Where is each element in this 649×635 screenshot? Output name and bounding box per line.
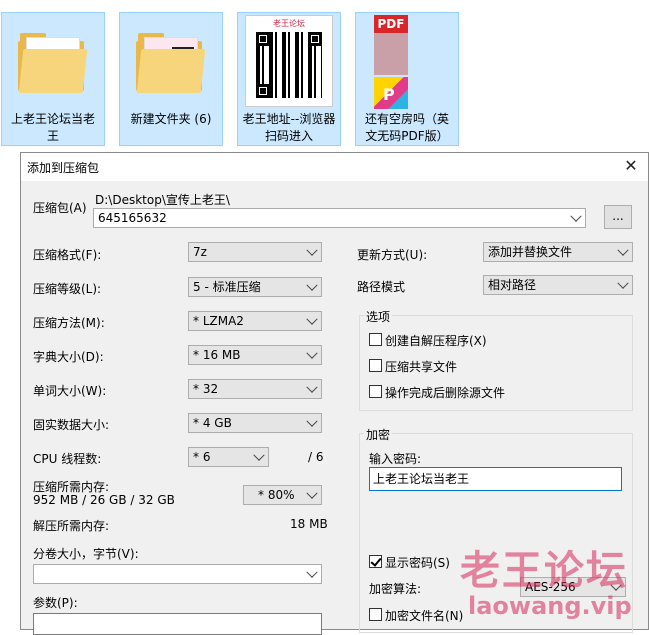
pathmode-select[interactable]: 相对路径	[483, 275, 633, 295]
sfx-checkbox[interactable]	[369, 333, 382, 346]
cpu-label: CPU 线程数:	[33, 452, 102, 466]
method-select[interactable]: * LZMA2	[188, 311, 322, 331]
qr-thumb-title: 老王论坛	[273, 19, 305, 28]
enc-method-label: 加密算法:	[369, 582, 422, 596]
chevron-down-icon	[306, 313, 318, 325]
delete-label: 操作完成后删除源文件	[385, 386, 506, 400]
decomp-label: 解压所需内存:	[33, 519, 110, 533]
word-value: * 32	[193, 382, 219, 396]
mem-value: * 80%	[258, 488, 295, 502]
format-select[interactable]: 7z	[188, 242, 322, 262]
pdf-badge: PDF	[374, 15, 408, 33]
params-input[interactable]	[33, 613, 322, 635]
folder-icon	[18, 27, 88, 93]
split-label: 分卷大小，字节(V):	[33, 547, 139, 561]
file-name: 上老王论坛当老王	[10, 112, 95, 143]
chevron-down-icon	[570, 210, 582, 222]
dialog-title: 添加到压缩包	[27, 161, 100, 175]
pathmode-value: 相对路径	[488, 278, 537, 292]
encrypt-names-label: 加密文件名(N)	[385, 609, 464, 623]
chevron-down-icon	[306, 244, 318, 256]
shared-label: 压缩共享文件	[385, 360, 458, 374]
level-select[interactable]: 5 - 标准压缩	[188, 277, 322, 297]
close-icon[interactable]: ✕	[620, 155, 642, 177]
browse-button[interactable]: ...	[604, 205, 632, 229]
level-label: 压缩等级(L):	[33, 282, 102, 296]
mem-detail: 952 MB / 26 GB / 32 GB	[33, 493, 175, 507]
watermark-text: 老王论坛	[460, 548, 628, 594]
shared-checkbox[interactable]	[369, 359, 382, 372]
params-label: 参数(P):	[33, 596, 78, 610]
qr-image-icon: 老王论坛	[245, 15, 333, 107]
sfx-label: 创建自解压程序(X)	[385, 334, 487, 348]
show-password-label: 显示密码(S)	[385, 556, 450, 570]
cpu-value: * 6	[193, 450, 211, 464]
file-item-folder-2[interactable]: 新建文件夹 (6)	[119, 12, 223, 146]
chevron-down-icon	[306, 347, 318, 359]
mem-select[interactable]: * 80%	[243, 485, 322, 505]
options-title: 选项	[364, 308, 393, 325]
archive-label: 压缩包(A)	[33, 201, 87, 215]
solid-label: 固实数据大小:	[33, 418, 110, 432]
split-combo[interactable]	[33, 564, 322, 584]
chevron-down-icon	[617, 244, 629, 256]
file-item-qr-image[interactable]: 老王论坛 老王地址--浏览器扫码进入	[237, 12, 341, 146]
folder-icon	[136, 27, 206, 93]
encryption-title: 加密	[364, 426, 393, 443]
show-password-checkbox[interactable]	[369, 555, 382, 568]
chevron-down-icon	[306, 381, 318, 393]
solid-value: * 4 GB	[193, 416, 232, 430]
format-label: 压缩格式(F):	[33, 248, 102, 262]
cpu-select[interactable]: * 6	[188, 447, 269, 467]
word-select[interactable]: * 32	[188, 379, 322, 399]
watermark-url: laowang.vip	[468, 592, 632, 620]
update-label: 更新方式(U):	[357, 248, 428, 262]
chevron-down-icon	[306, 279, 318, 291]
cpu-total: / 6	[308, 450, 324, 464]
password-input[interactable]: 上老王论坛当老王	[369, 467, 622, 491]
dict-select[interactable]: * 16 MB	[188, 345, 322, 365]
chevron-down-icon	[253, 449, 265, 461]
format-value: 7z	[193, 245, 207, 259]
file-name: 还有空房吗（英文无码PDF版）	[364, 112, 449, 143]
word-label: 单词大小(W):	[33, 384, 107, 398]
pdf-icon: PDF P	[374, 15, 440, 109]
chevron-down-icon	[306, 415, 318, 427]
dialog-titlebar: 添加到压缩包 ✕	[21, 153, 648, 181]
dict-value: * 16 MB	[193, 348, 241, 362]
decomp-value: 18 MB	[290, 517, 328, 531]
archive-path: D:\Desktop\宣传上老王\	[95, 193, 230, 207]
archive-name-value: 645165632	[98, 211, 167, 225]
password-label: 输入密码:	[369, 452, 422, 466]
update-select[interactable]: 添加并替换文件	[483, 242, 633, 262]
encrypt-names-checkbox[interactable]	[369, 608, 382, 621]
chevron-down-icon	[306, 566, 318, 578]
delete-checkbox[interactable]	[369, 385, 382, 398]
method-value: * LZMA2	[193, 314, 244, 328]
file-name: 新建文件夹 (6)	[130, 112, 212, 126]
chevron-down-icon	[306, 487, 318, 499]
file-item-folder-1[interactable]: 上老王论坛当老王	[1, 12, 105, 146]
file-item-pdf[interactable]: PDF P 还有空房吗（英文无码PDF版）	[355, 12, 459, 146]
chevron-down-icon	[617, 277, 629, 289]
method-label: 压缩方法(M):	[33, 316, 105, 330]
pathmode-label: 路径模式	[357, 280, 406, 294]
level-value: 5 - 标准压缩	[193, 280, 261, 294]
solid-select[interactable]: * 4 GB	[188, 413, 322, 433]
dict-label: 字典大小(D):	[33, 350, 104, 364]
archive-name-combo[interactable]: 645165632	[93, 208, 586, 228]
file-name: 老王地址--浏览器扫码进入	[242, 112, 336, 143]
update-value: 添加并替换文件	[488, 245, 573, 259]
